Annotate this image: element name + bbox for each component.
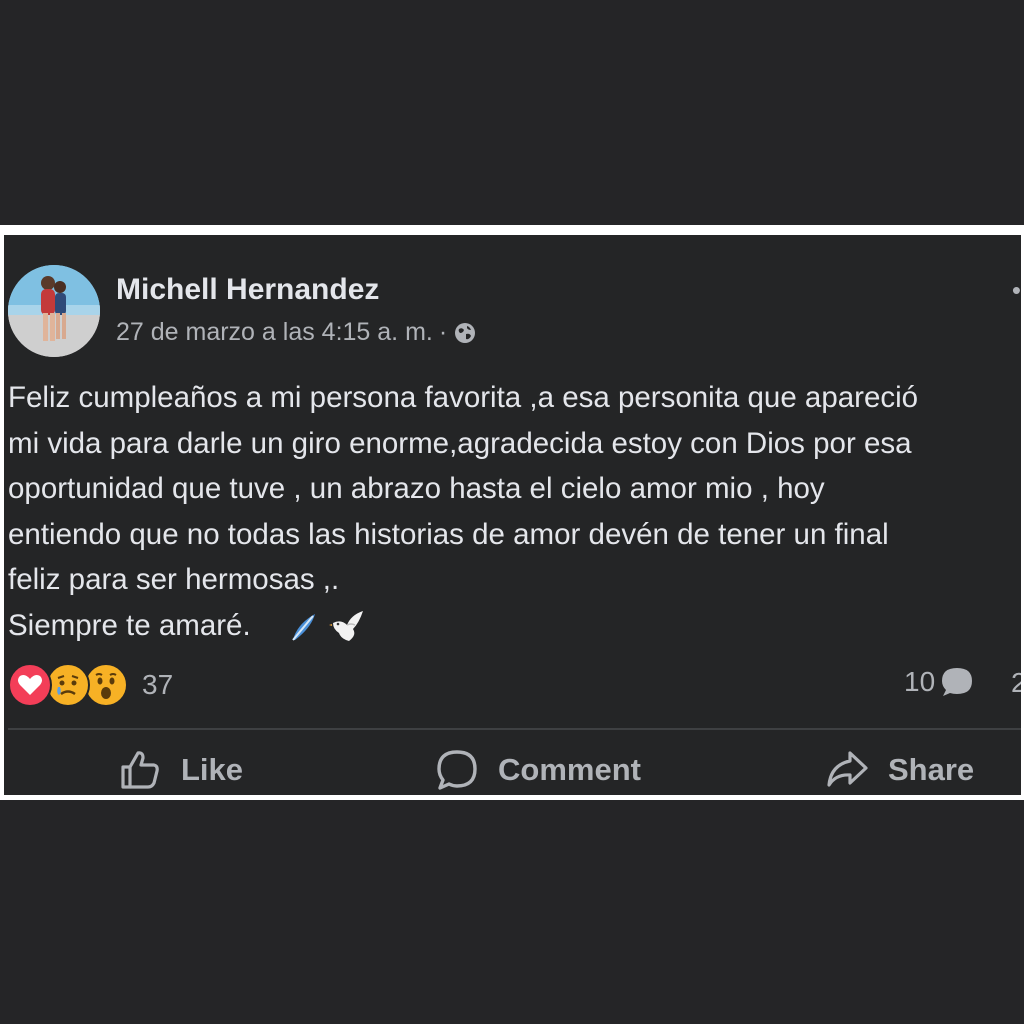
comment-count-link[interactable]: 10 [904, 665, 975, 699]
thumbs-up-icon [121, 751, 159, 789]
post-body: Feliz cumpleaños a mi persona favorita ,… [8, 375, 1021, 648]
feather-emoji [292, 613, 316, 641]
facebook-post: Michell Hernandez 27 de marzo a las 4:15… [4, 235, 1021, 795]
like-button[interactable]: Like [117, 747, 243, 793]
author-name[interactable]: Michell Hernandez [116, 273, 379, 307]
post-text-line: entiendo que no todas las historias de a… [8, 517, 889, 551]
sad-reaction-icon [46, 663, 90, 707]
share-button[interactable]: Share [824, 747, 974, 793]
dove-emoji [329, 610, 364, 641]
share-label: Share [888, 752, 975, 787]
comment-icon [437, 750, 477, 790]
post-text-line: Feliz cumpleaños a mi persona favorita ,… [8, 381, 919, 414]
post-timestamp[interactable]: 27 de marzo a las 4:15 a. m. [116, 318, 433, 347]
post-meta: 27 de marzo a las 4:15 a. m. · [116, 318, 477, 347]
reaction-summary[interactable]: 37 [8, 663, 173, 707]
globe-icon[interactable] [453, 321, 477, 345]
avatar[interactable] [8, 265, 100, 357]
more-options-icon[interactable]: • [1012, 275, 1021, 306]
wow-reaction-icon [84, 663, 128, 707]
comment-button[interactable]: Comment [434, 747, 641, 793]
post-text-line: oportunidad que tuve , un abrazo hasta e… [8, 472, 825, 505]
meta-separator: · [438, 318, 448, 346]
comment-count: 10 [904, 666, 936, 697]
post-text-line: mi vida para darle un giro enorme,agrade… [8, 426, 912, 460]
share-count[interactable]: 2 [1011, 667, 1021, 699]
post-text-line: feliz para ser hermosas ,. [8, 563, 340, 596]
post-text-last-line: Siempre te amaré. [8, 603, 1021, 649]
share-icon [827, 751, 868, 787]
like-label: Like [181, 752, 244, 787]
comment-label: Comment [498, 752, 641, 787]
divider [8, 728, 1021, 730]
comment-bubble-icon [942, 668, 973, 696]
avatar-photo [8, 265, 100, 357]
screenshot-frame: Michell Hernandez 27 de marzo a las 4:15… [0, 225, 1024, 800]
reaction-count[interactable]: 37 [142, 669, 173, 701]
post-text-line: Siempre te amaré. [8, 608, 251, 642]
love-reaction-icon [8, 663, 52, 707]
